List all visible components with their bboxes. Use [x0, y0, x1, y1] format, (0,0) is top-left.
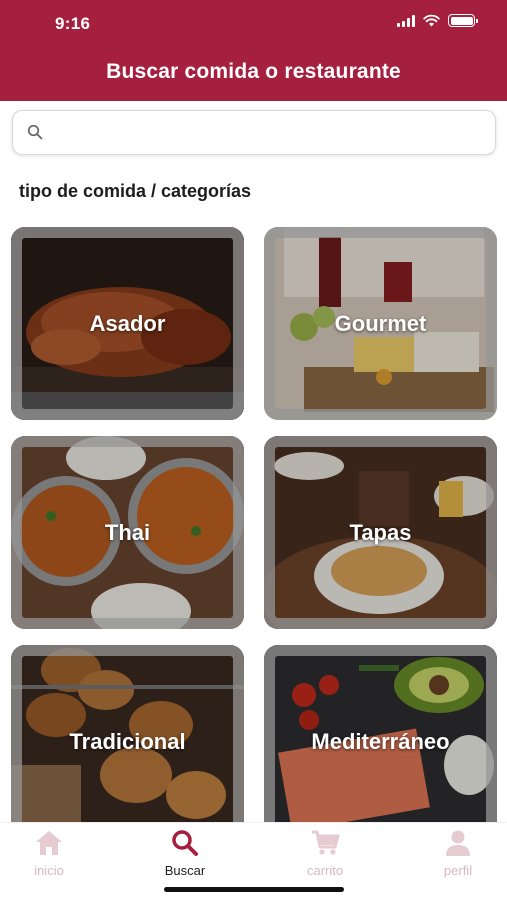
search-input[interactable] [53, 119, 483, 147]
category-card-asador[interactable]: Asador [11, 227, 244, 420]
category-label: Gourmet [334, 310, 427, 336]
home-icon [36, 831, 62, 855]
status-time: 9:16 [55, 14, 91, 33]
page-title: Buscar comida o restaurante [106, 60, 401, 83]
tab-perfil[interactable]: perfil [403, 829, 507, 878]
wifi-icon [423, 14, 440, 27]
user-icon [446, 830, 470, 856]
category-label: Asador [89, 310, 166, 336]
tab-inicio[interactable]: inicio [0, 829, 104, 878]
app-header: 9:16 Buscar comida o restaurante [0, 0, 507, 101]
tab-buscar[interactable]: Buscar [130, 829, 240, 878]
category-card-thai[interactable]: Thai [11, 436, 244, 629]
category-card-tradicional[interactable]: Tradicional [11, 645, 244, 838]
category-card-mediterraneo[interactable]: Mediterráneo [264, 645, 497, 838]
battery-icon [448, 14, 478, 27]
search-box[interactable] [12, 110, 496, 155]
category-card-tapas[interactable]: Tapas [264, 436, 497, 629]
status-icons [397, 14, 478, 27]
cart-icon [312, 830, 340, 855]
search-icon [172, 830, 198, 856]
tab-label: Buscar [164, 863, 206, 878]
home-indicator [164, 887, 344, 892]
tab-label: inicio [34, 863, 64, 878]
tab-label: carrito [306, 863, 344, 878]
category-label: Tapas [349, 519, 412, 545]
category-label: Tradicional [69, 728, 186, 754]
category-label: Mediterráneo [311, 728, 450, 754]
category-card-gourmet[interactable]: Gourmet [264, 227, 497, 420]
tab-carrito[interactable]: carrito [270, 829, 380, 878]
section-title: tipo de comida / categorías [19, 181, 252, 201]
category-label: Thai [104, 519, 151, 545]
signal-icon [397, 14, 415, 27]
tab-label: perfil [443, 863, 473, 878]
category-grid: Asador Gourmet Thai Tapas Tradicional Me… [11, 227, 497, 838]
search-icon [27, 124, 43, 140]
